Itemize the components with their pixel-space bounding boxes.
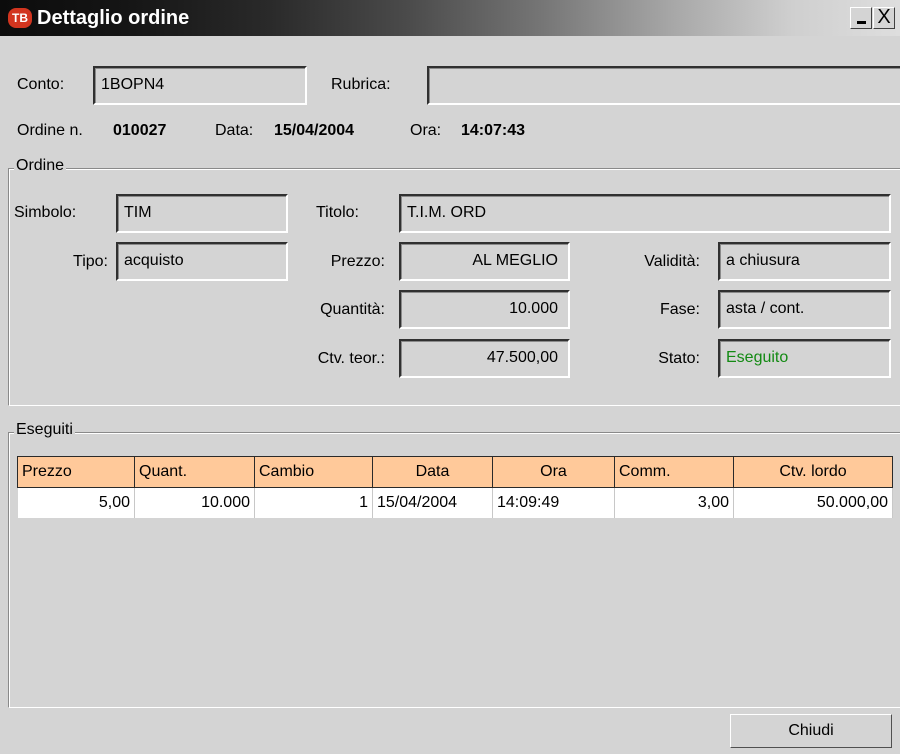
column-header-ctv-lordo[interactable]: Ctv. lordo — [733, 456, 893, 488]
ctv-teor-label: Ctv. teor.: — [317, 350, 385, 367]
ordine-number-label: Ordine n. — [17, 122, 83, 139]
stato-label: Stato: — [658, 350, 700, 367]
minimize-icon — [857, 21, 866, 24]
fase-label: Fase: — [659, 301, 700, 318]
title-bar[interactable]: TB Dettaglio ordine X — [0, 0, 900, 36]
app-logo-icon: TB — [8, 8, 32, 28]
eseguiti-group-title: Eseguiti — [14, 421, 75, 439]
validita-label: Validità: — [644, 253, 700, 270]
validita-field[interactable]: a chiusura — [718, 242, 891, 281]
eseguiti-header-row: Prezzo Quant. Cambio Data Ora Comm. Ctv.… — [17, 456, 893, 488]
ora-value: 14:07:43 — [461, 122, 526, 139]
rubrica-label: Rubrica: — [331, 76, 391, 93]
cell-comm: 3,00 — [614, 487, 734, 518]
ora-label: Ora: — [410, 122, 442, 139]
titolo-field[interactable]: T.I.M. ORD — [399, 194, 891, 233]
data-value: 15/04/2004 — [274, 122, 355, 139]
window-title: Dettaglio ordine — [37, 7, 190, 29]
order-detail-window: TB Dettaglio ordine X Conto: 1BOPN4 Rubr… — [0, 0, 900, 754]
minimize-button[interactable] — [850, 7, 872, 29]
stato-field[interactable]: Eseguito — [718, 339, 891, 378]
column-header-comm[interactable]: Comm. — [614, 456, 734, 488]
cell-cambio: 1 — [254, 487, 373, 518]
fase-field[interactable]: asta / cont. — [718, 290, 891, 329]
data-label: Data: — [215, 122, 254, 139]
prezzo-field[interactable]: AL MEGLIO — [399, 242, 570, 281]
tipo-label: Tipo: — [73, 253, 108, 270]
column-header-data[interactable]: Data — [372, 456, 493, 488]
simbolo-field[interactable]: TIM — [116, 194, 288, 233]
cell-ora: 14:09:49 — [492, 487, 615, 518]
rubrica-field[interactable] — [427, 66, 900, 105]
quantita-field[interactable]: 10.000 — [399, 290, 570, 329]
table-row[interactable]: 5,00 10.000 1 15/04/2004 14:09:49 3,00 5… — [17, 487, 893, 518]
column-header-ora[interactable]: Ora — [492, 456, 615, 488]
titolo-label: Titolo: — [316, 204, 359, 221]
close-window-button[interactable]: X — [873, 6, 895, 29]
column-header-quant[interactable]: Quant. — [134, 456, 255, 488]
simbolo-label: Simbolo: — [14, 204, 77, 221]
prezzo-label: Prezzo: — [330, 253, 385, 270]
cell-data: 15/04/2004 — [372, 487, 493, 518]
ordine-group-title: Ordine — [14, 157, 67, 175]
chiudi-button[interactable]: Chiudi — [730, 714, 892, 748]
ctv-teor-field[interactable]: 47.500,00 — [399, 339, 570, 378]
cell-ctv-lordo: 50.000,00 — [733, 487, 893, 518]
ordine-number-value: 010027 — [113, 122, 167, 139]
cell-prezzo: 5,00 — [17, 487, 135, 518]
tipo-field[interactable]: acquisto — [116, 242, 288, 281]
eseguiti-table[interactable]: Prezzo Quant. Cambio Data Ora Comm. Ctv.… — [17, 456, 893, 518]
quantita-label: Quantità: — [320, 301, 385, 318]
column-header-prezzo[interactable]: Prezzo — [17, 456, 135, 488]
conto-label: Conto: — [17, 76, 65, 93]
conto-field[interactable]: 1BOPN4 — [93, 66, 307, 105]
close-icon: X — [877, 6, 891, 28]
column-header-cambio[interactable]: Cambio — [254, 456, 373, 488]
cell-quant: 10.000 — [134, 487, 255, 518]
